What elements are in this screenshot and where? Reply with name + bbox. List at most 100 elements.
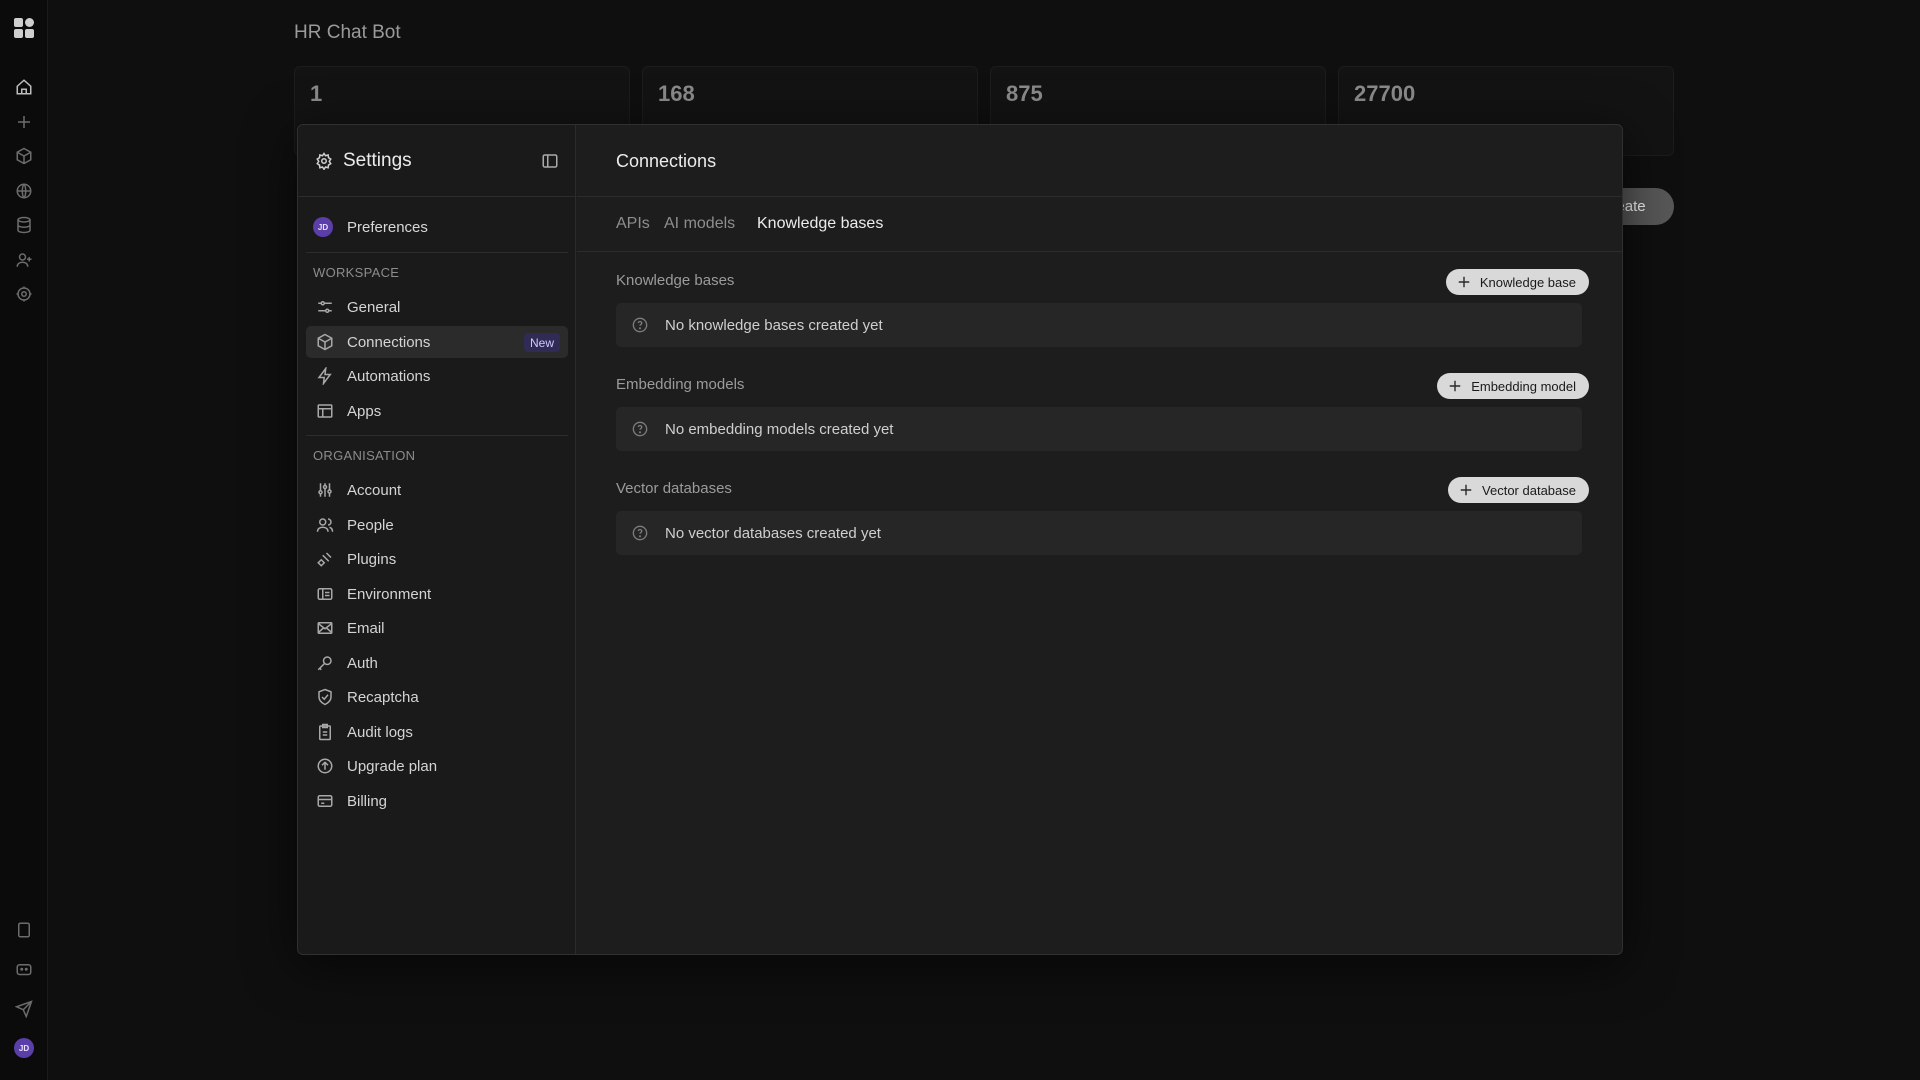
sidebar-item-label: Upgrade plan (347, 757, 438, 775)
sidebar-item-label: Recaptcha (347, 688, 419, 706)
new-badge: New (523, 333, 560, 352)
plus-icon[interactable] (12, 110, 36, 134)
page-title: HR Chat Bot (294, 22, 401, 43)
vector-databases-heading: Vector databases (616, 480, 732, 497)
sidebar-item-upgrade-plan[interactable]: Upgrade plan (306, 750, 568, 782)
sidebar-item-label: Email (347, 619, 385, 637)
empty-state: No vector databases created yet (616, 511, 1582, 555)
sidebar-item-connections[interactable]: Connections New (306, 326, 568, 358)
user-avatar[interactable]: JD (12, 1036, 36, 1060)
shield-check-icon (315, 687, 335, 707)
sidebar-item-label: Automations (347, 367, 431, 385)
sidebar-item-label: Account (347, 481, 402, 499)
add-vector-database-button[interactable]: Vector database (1448, 477, 1589, 503)
sidebar-item-plugins[interactable]: Plugins (306, 543, 568, 575)
avatar-initials: JD (14, 1038, 34, 1058)
cube-icon (315, 332, 335, 352)
sidebar-item-email[interactable]: Email (306, 612, 568, 644)
panel-title: Connections (616, 151, 717, 171)
workspace-heading: WORKSPACE (313, 265, 400, 280)
sidebar-item-automations[interactable]: Automations (306, 360, 568, 392)
sidebar-item-label: General (347, 298, 401, 316)
cube-icon[interactable] (12, 144, 36, 168)
send-icon[interactable] (12, 997, 36, 1021)
tab-ai-models[interactable]: AI models (664, 215, 735, 233)
connections-tabs: APIs AI models Knowledge bases (577, 197, 1622, 252)
sidebar-item-billing[interactable]: Billing (306, 785, 568, 817)
add-embedding-model-button[interactable]: Embedding model (1437, 373, 1589, 399)
preferences-item[interactable]: JD Preferences (313, 212, 563, 242)
knowledge-bases-heading: Knowledge bases (616, 272, 735, 289)
plug-icon (315, 549, 335, 569)
plus-icon (1457, 275, 1471, 289)
empty-state-text: No vector databases created yet (665, 524, 881, 542)
avatar: JD (313, 217, 333, 237)
help-circle-icon (632, 525, 648, 541)
sidebar-item-label: People (347, 516, 394, 534)
credit-card-icon (315, 791, 335, 811)
settings-header: Settings (298, 125, 575, 197)
stat-value: 27700 (1354, 81, 1416, 106)
preferences-label: Preferences (347, 218, 428, 236)
stat-value: 875 (1006, 81, 1043, 106)
sidebar-item-people[interactable]: People (306, 509, 568, 541)
sidebar-item-environment[interactable]: Environment (306, 578, 568, 610)
divider (306, 252, 568, 253)
tab-knowledge-bases[interactable]: Knowledge bases (757, 215, 883, 233)
sidebar-item-label: Plugins (347, 550, 397, 568)
users-icon (315, 515, 335, 535)
divider (306, 435, 568, 436)
chat-bot-icon[interactable] (12, 958, 36, 982)
logo-icon[interactable] (12, 16, 36, 40)
button-label: Vector database (1482, 482, 1576, 498)
database-icon[interactable] (12, 213, 36, 237)
user-add-icon[interactable] (12, 248, 36, 272)
button-label: Knowledge base (1479, 274, 1576, 290)
stat-value: 168 (658, 81, 695, 106)
help-circle-icon (632, 317, 648, 333)
connections-panel: Connections APIs AI models Knowledge bas… (577, 125, 1622, 954)
sidebar-item-label: Billing (347, 792, 388, 810)
environment-icon (315, 584, 335, 604)
sidebar-item-recaptcha[interactable]: Recaptcha (306, 681, 568, 713)
gear-icon[interactable] (12, 282, 36, 306)
sidebar-toggle-icon[interactable] (541, 152, 559, 170)
app-rail: JD (0, 0, 48, 1080)
settings-modal: Settings JD Preferences WORKSPACE Genera… (297, 124, 1623, 955)
book-icon[interactable] (12, 918, 36, 942)
empty-state: No embedding models created yet (616, 407, 1582, 451)
sidebar-item-label: Audit logs (347, 723, 413, 741)
plus-icon (1459, 483, 1473, 497)
empty-state-text: No knowledge bases created yet (665, 316, 883, 334)
button-label: Embedding model (1471, 378, 1576, 394)
globe-icon[interactable] (12, 179, 36, 203)
adjustments-icon (315, 480, 335, 500)
automation-icon (315, 366, 335, 386)
panel-header: Connections (577, 125, 1622, 197)
clipboard-icon (315, 722, 335, 742)
layout-icon (315, 401, 335, 421)
empty-state-text: No embedding models created yet (665, 420, 894, 438)
organisation-heading: ORGANISATION (313, 448, 416, 463)
plus-icon (1448, 379, 1462, 393)
sidebar-item-label: Environment (347, 585, 432, 603)
sidebar-item-apps[interactable]: Apps (306, 395, 568, 427)
tab-apis[interactable]: APIs (616, 215, 650, 233)
settings-title: Settings (343, 150, 412, 171)
empty-state: No knowledge bases created yet (616, 303, 1582, 347)
settings-sidebar: Settings JD Preferences WORKSPACE Genera… (298, 125, 576, 954)
home-icon[interactable] (12, 75, 36, 99)
sidebar-item-label: Connections (347, 333, 431, 351)
add-knowledge-base-button[interactable]: Knowledge base (1445, 269, 1589, 295)
sidebar-item-general[interactable]: General (306, 291, 568, 323)
key-icon (315, 653, 335, 673)
mail-icon (315, 618, 335, 638)
sidebar-item-account[interactable]: Account (306, 474, 568, 506)
arrow-up-circle-icon (315, 756, 335, 776)
help-circle-icon (632, 421, 648, 437)
sidebar-item-auth[interactable]: Auth (306, 647, 568, 679)
sidebar-item-audit-logs[interactable]: Audit logs (306, 716, 568, 748)
sliders-icon (315, 297, 335, 317)
gear-icon (315, 152, 333, 170)
sidebar-item-label: Auth (347, 654, 378, 672)
